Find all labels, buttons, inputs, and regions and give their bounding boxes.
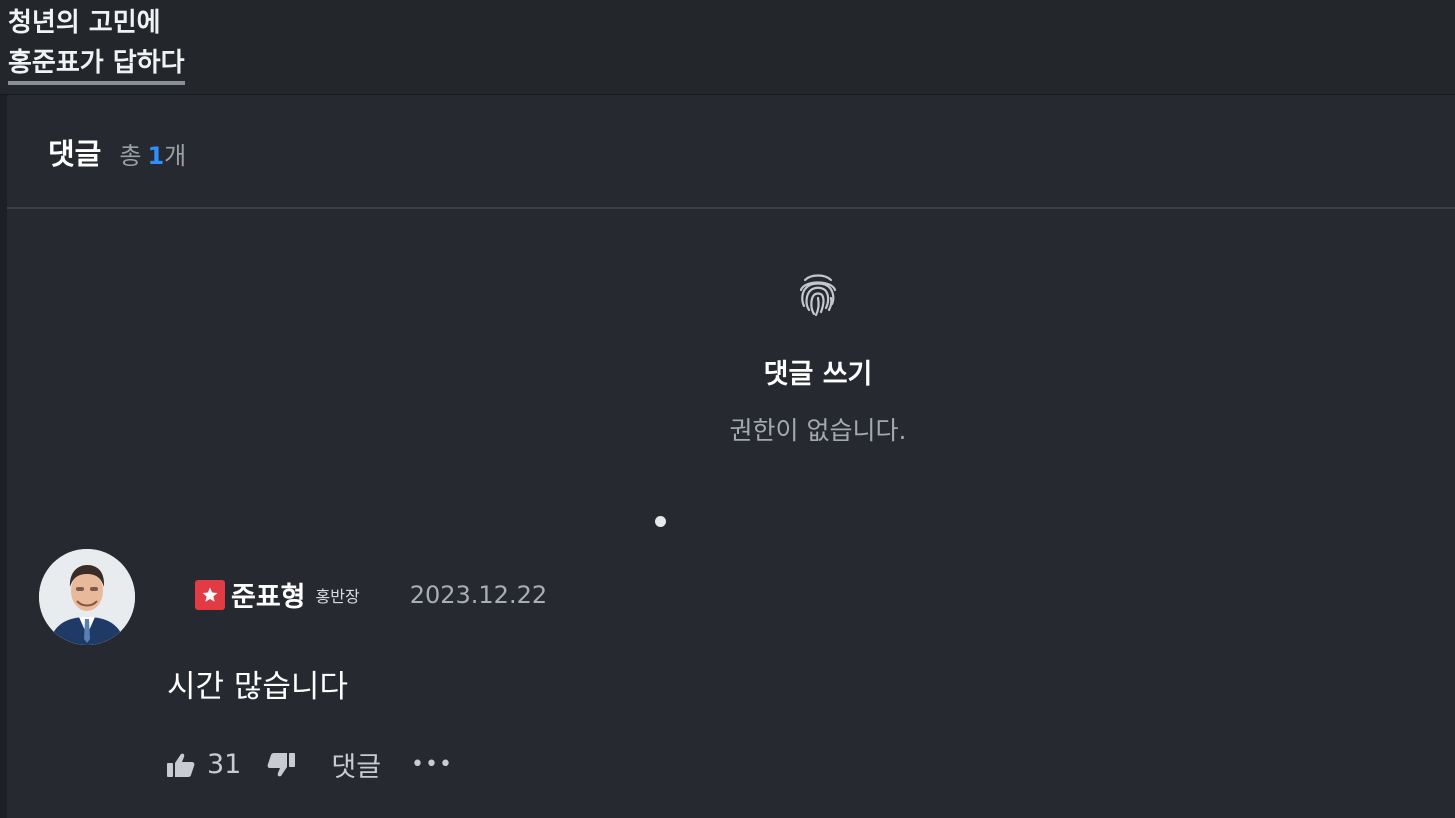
left-rail xyxy=(0,95,7,818)
page-header: 청년의 고민에 홍준표가 답하다 xyxy=(0,0,1455,95)
like-button[interactable]: 31 xyxy=(167,749,241,780)
comments-title: 댓글 xyxy=(48,137,102,171)
comment-author-role: 홍반장 xyxy=(315,586,360,606)
comment-actions: 31 댓글 ••• xyxy=(167,745,453,784)
thumbs-up-icon xyxy=(167,753,195,777)
comment-author-name[interactable]: 준표형 xyxy=(231,575,306,614)
comments-header: 댓글 총 1 개 xyxy=(48,131,186,173)
avatar-image xyxy=(39,549,135,645)
page-title-line2[interactable]: 홍준표가 답하다 xyxy=(8,42,185,85)
comments-total-label: 총 xyxy=(119,142,142,170)
thumbs-down-icon xyxy=(267,752,296,776)
star-badge-icon xyxy=(195,579,225,610)
comments-divider xyxy=(7,207,1455,209)
comment-author-row: 준표형 홍반장 2023.12.22 xyxy=(195,575,547,614)
comments-total-unit: 개 xyxy=(164,142,187,170)
comments-total-count: 1 xyxy=(147,142,165,170)
page-title-line1: 청년의 고민에 xyxy=(8,8,161,38)
more-options-button[interactable]: ••• xyxy=(411,752,453,777)
reply-button[interactable]: 댓글 xyxy=(331,745,381,784)
avatar[interactable] xyxy=(39,549,135,645)
fingerprint-icon xyxy=(799,274,837,317)
comments-panel: 댓글 총 1 개 댓글 쓰기 권한이 없습니다. 준표형 홍반장 2023.12… xyxy=(7,95,1455,818)
loading-dot xyxy=(655,516,666,527)
write-comment-title: 댓글 쓰기 xyxy=(763,359,873,390)
comment-text: 시간 많습니다 xyxy=(167,669,348,705)
like-count: 31 xyxy=(207,749,242,780)
write-comment-box[interactable]: 댓글 쓰기 권한이 없습니다. xyxy=(618,270,1018,447)
dislike-button[interactable] xyxy=(267,752,296,778)
comment-date: 2023.12.22 xyxy=(409,580,548,609)
write-comment-permission-message: 권한이 없습니다. xyxy=(729,416,907,445)
